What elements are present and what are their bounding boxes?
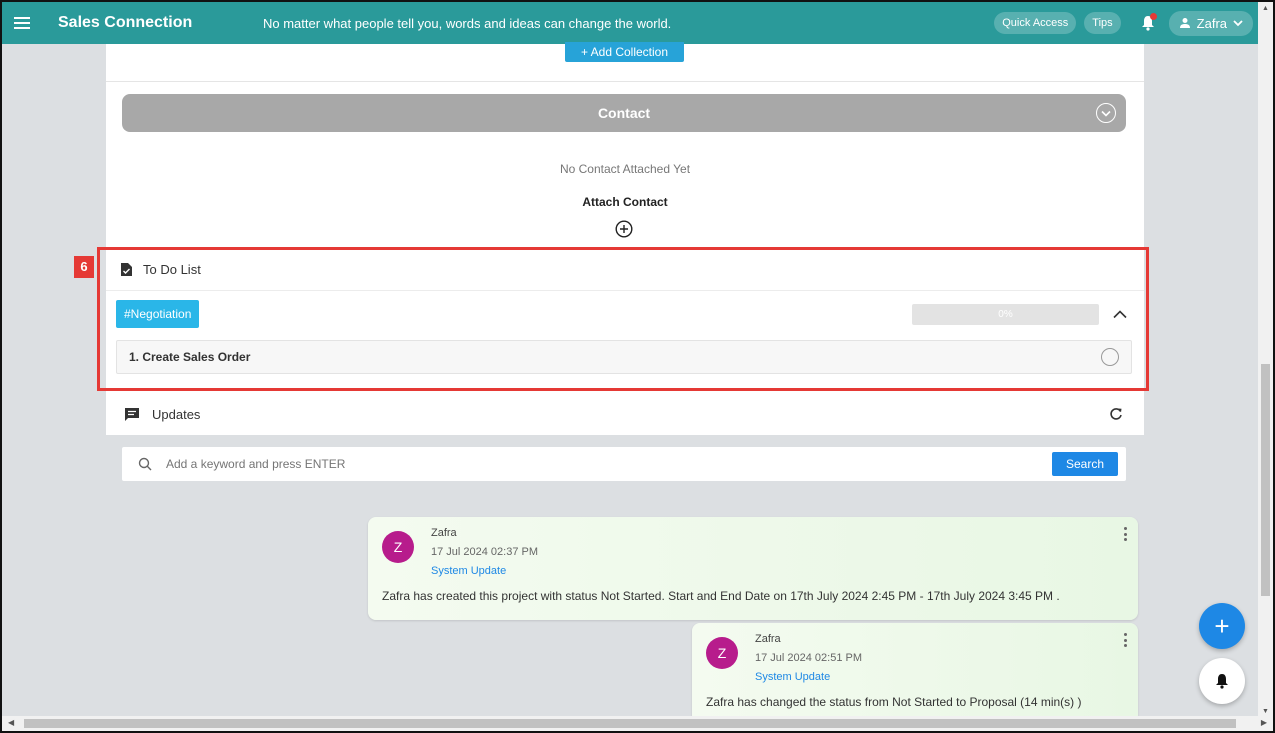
- hamburger-menu-icon[interactable]: [2, 2, 42, 44]
- update-message: Z Zafra 17 Jul 2024 02:51 PM System Upda…: [692, 623, 1138, 723]
- scroll-right-arrow-icon[interactable]: ▶: [1261, 718, 1267, 727]
- updates-search-bar: Search: [122, 447, 1126, 481]
- chevron-down-icon: [1233, 20, 1243, 27]
- tagline: No matter what people tell you, words an…: [263, 15, 672, 31]
- scroll-down-arrow-icon[interactable]: ▼: [1262, 708, 1269, 715]
- horizontal-scroll-thumb[interactable]: [24, 719, 1236, 728]
- message-author: Zafra: [431, 527, 457, 539]
- chat-bubble-icon: [125, 407, 139, 421]
- user-icon: [1179, 18, 1190, 28]
- stage-tag[interactable]: #Negotiation: [116, 300, 200, 328]
- attach-contact-plus-icon[interactable]: [614, 219, 634, 239]
- user-menu[interactable]: Zafra: [1168, 10, 1253, 36]
- expand-chevron-icon[interactable]: [1096, 103, 1116, 123]
- message-more-options-icon[interactable]: [1122, 527, 1128, 541]
- task-complete-checkbox[interactable]: [1101, 348, 1119, 366]
- message-type: System Update: [755, 671, 831, 683]
- checklist-file-icon: [121, 263, 132, 276]
- notification-bell-icon[interactable]: [1137, 12, 1159, 34]
- updates-feed: Search Z Zafra 17 Jul 2024 02:37 PM Syst…: [106, 435, 1144, 731]
- avatar: Z: [706, 637, 738, 669]
- update-message: Z Zafra 17 Jul 2024 02:37 PM System Upda…: [368, 517, 1138, 620]
- scroll-up-arrow-icon[interactable]: ▲: [1262, 5, 1269, 12]
- bell-icon: [1216, 674, 1228, 689]
- horizontal-scrollbar[interactable]: ◀ ▶: [2, 716, 1273, 731]
- quick-access-button[interactable]: Quick Access: [994, 12, 1077, 34]
- floating-bell-button[interactable]: [1199, 658, 1245, 704]
- project-detail-card: + Add Collection Contact No Contact Atta…: [106, 42, 1144, 731]
- annotation-step-badge: 6: [74, 256, 94, 278]
- todo-task-row[interactable]: 1. Create Sales Order: [116, 340, 1132, 374]
- message-type: System Update: [431, 565, 507, 577]
- add-collection-button[interactable]: + Add Collection: [565, 42, 684, 62]
- search-icon: [138, 457, 152, 471]
- notification-dot: [1149, 13, 1157, 20]
- todo-list-header: To Do List: [106, 249, 1144, 291]
- updates-header: Updates: [106, 394, 1144, 434]
- todo-progress-bar: 0%: [912, 304, 1099, 325]
- contact-section-header[interactable]: Contact: [122, 94, 1126, 132]
- tips-button[interactable]: Tips: [1084, 12, 1121, 34]
- user-name: Zafra: [1196, 15, 1227, 31]
- scroll-left-arrow-icon[interactable]: ◀: [8, 718, 14, 727]
- progress-label: 0%: [998, 309, 1013, 320]
- message-text: Zafra has created this project with stat…: [382, 589, 1060, 603]
- divider: [106, 81, 1144, 82]
- collapse-chevron-up-icon[interactable]: [1111, 306, 1129, 322]
- message-author: Zafra: [755, 633, 781, 645]
- todo-task-label: 1. Create Sales Order: [129, 350, 251, 364]
- floating-add-button[interactable]: +: [1199, 603, 1245, 649]
- vertical-scroll-thumb[interactable]: [1261, 364, 1270, 596]
- contact-title: Contact: [597, 105, 651, 121]
- vertical-scrollbar[interactable]: ▲ ▼: [1258, 2, 1273, 718]
- updates-title: Updates: [152, 406, 201, 422]
- message-text: Zafra has changed the status from Not St…: [706, 695, 1082, 709]
- brand-name[interactable]: Sales Connection: [58, 14, 243, 32]
- top-bar: Sales Connection No matter what people t…: [2, 2, 1273, 44]
- no-contact-text: No Contact Attached Yet: [559, 162, 691, 176]
- attach-contact-label: Attach Contact: [582, 195, 668, 209]
- app-frame: Sales Connection No matter what people t…: [0, 0, 1275, 733]
- message-timestamp: 17 Jul 2024 02:37 PM: [431, 546, 539, 558]
- updates-search-input[interactable]: [166, 457, 866, 471]
- refresh-icon[interactable]: [1108, 406, 1124, 422]
- search-button[interactable]: Search: [1052, 452, 1118, 476]
- message-timestamp: 17 Jul 2024 02:51 PM: [755, 652, 863, 664]
- message-more-options-icon[interactable]: [1122, 633, 1128, 647]
- avatar: Z: [382, 531, 414, 563]
- todo-list-title: To Do List: [143, 262, 201, 277]
